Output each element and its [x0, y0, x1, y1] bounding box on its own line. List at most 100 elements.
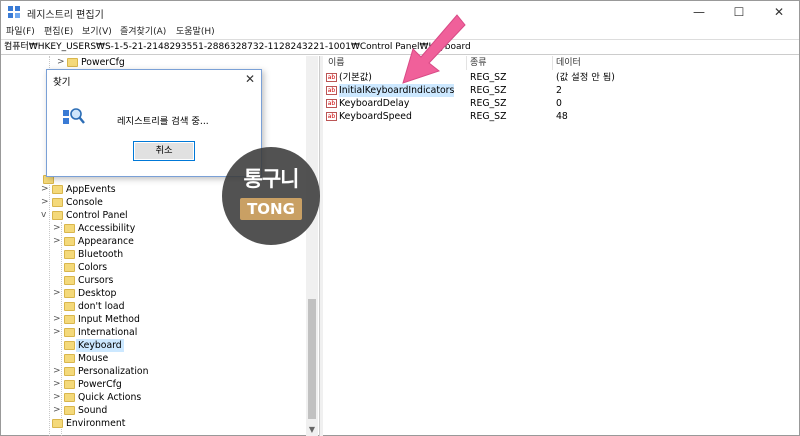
chevron-right-icon[interactable]: > [53, 326, 63, 339]
search-registry-icon [63, 108, 85, 124]
chevron-right-icon[interactable]: > [53, 235, 63, 248]
value-type: REG_SZ [470, 98, 507, 109]
tree-item-mouse[interactable]: Mouse [53, 352, 253, 365]
chevron-right-icon[interactable]: > [41, 196, 51, 209]
tree-item-console[interactable]: > Console [41, 196, 241, 209]
chevron-right-icon[interactable]: > [57, 56, 67, 69]
value-type: REG_SZ [470, 72, 507, 83]
tree-item-label: Desktop [78, 288, 117, 299]
value-name: KeyboardSpeed [339, 111, 412, 122]
window-title: 레지스트리 편집기 [27, 10, 104, 21]
menu-favorites[interactable]: 즐겨찾기(A) [120, 24, 166, 37]
folder-icon [64, 302, 75, 311]
value-row[interactable]: ab KeyboardSpeed REG_SZ 48 [323, 110, 793, 123]
column-header-type[interactable]: 종류 [470, 56, 487, 70]
value-row[interactable]: ab (기본값) REG_SZ (값 설정 안 됨) [323, 71, 793, 84]
tree-item-desktop[interactable]: > Desktop [53, 287, 253, 300]
tree-item-label: Colors [78, 262, 108, 273]
tree-item-label: PowerCfg [81, 57, 125, 68]
column-divider[interactable] [552, 56, 553, 70]
tree-item-label: Sound [78, 405, 108, 416]
chevron-right-icon[interactable]: > [53, 313, 63, 326]
cancel-button[interactable]: 취소 [133, 141, 195, 161]
tree-item-label: Input Method [78, 314, 140, 325]
column-header-data[interactable]: 데이터 [556, 56, 581, 70]
column-header-name[interactable]: 이름 [328, 56, 345, 70]
scroll-down-arrow-icon[interactable]: ▼ [306, 424, 318, 436]
tree-item-cursors[interactable]: Cursors [53, 274, 253, 287]
dialog-message: 레지스트리를 검색 중... [117, 116, 209, 127]
regedit-icon [8, 6, 20, 18]
tree-item-personalization[interactable]: > Personalization [53, 365, 253, 378]
tree-item-powercfg[interactable]: > PowerCfg [53, 378, 253, 391]
folder-icon [67, 58, 78, 67]
chevron-right-icon[interactable]: > [53, 404, 63, 417]
maximize-button[interactable]: ☐ [719, 1, 759, 23]
value-data: 0 [556, 98, 562, 109]
menu-view[interactable]: 보기(V) [82, 24, 112, 37]
tree-item-sound[interactable]: > Sound [53, 404, 253, 417]
folder-icon [52, 211, 63, 220]
dialog-title: 찾기 [53, 77, 71, 88]
pink-arrow-annotation [402, 14, 466, 84]
string-value-icon: ab [326, 99, 337, 108]
tree-scrollbar[interactable]: ▼ [306, 56, 318, 436]
values-pane[interactable]: 이름 종류 데이터 ab (기본값) REG_SZ (값 설정 안 됨) ab … [323, 56, 799, 436]
tree-item-label: Control Panel [66, 210, 128, 221]
tree-item-keyboard[interactable]: Keyboard [53, 339, 253, 352]
value-data: 2 [556, 85, 562, 96]
watermark-logo: 통구니 TONG [222, 147, 320, 245]
tree-item-appevents[interactable]: > AppEvents [41, 183, 241, 196]
watermark-text: 통구니 [243, 167, 300, 191]
registry-editor-window: 레지스트리 편집기 — ☐ ✕ 파일(F) 편집(E) 보기(V) 즐겨찾기(A… [0, 0, 800, 436]
tree-item-input-method[interactable]: > Input Method [53, 313, 253, 326]
tree-item-label: Environment [66, 418, 126, 429]
minimize-button[interactable]: — [679, 1, 719, 23]
tree-item-label: don't load [78, 301, 125, 312]
tree-item-environment[interactable]: Environment [41, 417, 241, 430]
value-data: (값 설정 안 됨) [556, 72, 615, 83]
value-type: REG_SZ [470, 111, 507, 122]
chevron-right-icon[interactable]: > [53, 391, 63, 404]
folder-icon [52, 419, 63, 428]
tree-item-label: Personalization [78, 366, 149, 377]
tree-item-label: Mouse [78, 353, 109, 364]
chevron-right-icon[interactable]: > [41, 183, 51, 196]
folder-icon [64, 393, 75, 402]
tree-item-control-panel[interactable]: v Control Panel [41, 209, 241, 222]
tree-item-dont-load[interactable]: don't load [53, 300, 253, 313]
folder-icon [64, 263, 75, 272]
chevron-right-icon[interactable]: > [53, 365, 63, 378]
menu-file[interactable]: 파일(F) [6, 24, 35, 37]
tree-item-colors[interactable]: Colors [53, 261, 253, 274]
folder-icon [64, 289, 75, 298]
tree-item-quick-actions[interactable]: > Quick Actions [53, 391, 253, 404]
tree-item-powercfg-top[interactable]: > PowerCfg [57, 56, 297, 69]
tree-item-bluetooth[interactable]: Bluetooth [53, 248, 253, 261]
value-row[interactable]: ab InitialKeyboardIndicators REG_SZ 2 [323, 84, 793, 97]
value-row[interactable]: ab KeyboardDelay REG_SZ 0 [323, 97, 793, 110]
tree-item-label: Quick Actions [78, 392, 142, 403]
folder-icon [64, 406, 75, 415]
tree-item-appearance[interactable]: > Appearance [53, 235, 253, 248]
chevron-right-icon[interactable]: > [53, 378, 63, 391]
chevron-down-icon[interactable]: v [41, 209, 51, 222]
tree-item-accessibility[interactable]: > Accessibility [53, 222, 253, 235]
folder-icon [64, 276, 75, 285]
close-button[interactable]: ✕ [759, 1, 799, 23]
scrollbar-thumb[interactable] [308, 299, 316, 419]
menu-help[interactable]: 도움말(H) [176, 24, 215, 37]
chevron-right-icon[interactable]: > [53, 287, 63, 300]
folder-icon [64, 250, 75, 259]
watermark-badge: TONG [240, 198, 302, 220]
folder-icon [64, 224, 75, 233]
tree-item-international[interactable]: > International [53, 326, 253, 339]
value-data: 48 [556, 111, 568, 122]
folder-icon [64, 315, 75, 324]
dialog-close-icon[interactable]: ✕ [245, 72, 255, 86]
menu-edit[interactable]: 편집(E) [44, 24, 73, 37]
folder-icon [64, 237, 75, 246]
chevron-right-icon[interactable]: > [53, 222, 63, 235]
tree-item-label: AppEvents [66, 184, 116, 195]
value-name: (기본값) [339, 72, 372, 83]
